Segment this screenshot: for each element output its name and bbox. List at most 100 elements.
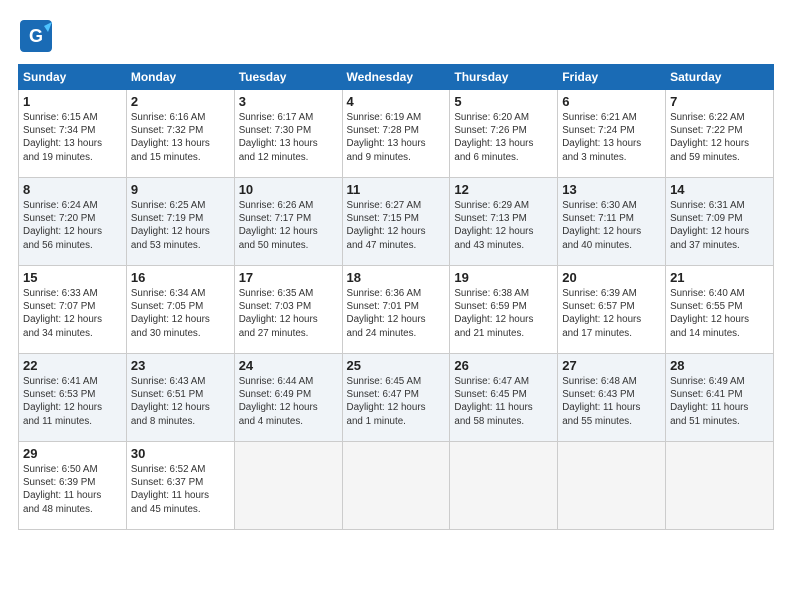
- table-row: [450, 442, 558, 530]
- table-row: 4 Sunrise: 6:19 AMSunset: 7:28 PMDaylight…: [342, 90, 450, 178]
- table-row: 13 Sunrise: 6:30 AMSunset: 7:11 PMDayligh…: [558, 178, 666, 266]
- day-info: Sunrise: 6:50 AMSunset: 6:39 PMDaylight:…: [23, 463, 122, 516]
- calendar-week-row: 1Sunrise: 6:15 AMSunset: 7:34 PMDaylight…: [19, 90, 774, 178]
- calendar-header-row: Sunday Monday Tuesday Wednesday Thursday…: [19, 65, 774, 90]
- table-row: [558, 442, 666, 530]
- day-number: 12: [454, 182, 553, 197]
- table-row: 12 Sunrise: 6:29 AMSunset: 7:13 PMDayligh…: [450, 178, 558, 266]
- table-row: 5Sunrise: 6:20 AMSunset: 7:26 PMDaylight…: [450, 90, 558, 178]
- table-row: 6 Sunrise: 6:21 AMSunset: 7:24 PMDaylight…: [558, 90, 666, 178]
- calendar-week-row: 15Sunrise: 6:33 AMSunset: 7:07 PMDayligh…: [19, 266, 774, 354]
- day-number: 21: [670, 270, 769, 285]
- col-monday: Monday: [126, 65, 234, 90]
- day-info: Sunrise: 6:34 AMSunset: 7:05 PMDaylight:…: [131, 287, 230, 340]
- col-thursday: Thursday: [450, 65, 558, 90]
- day-number: 25: [347, 358, 446, 373]
- day-info: Sunrise: 6:25 AMSunset: 7:19 PMDaylight:…: [131, 199, 230, 252]
- table-row: 26 Sunrise: 6:47 AMSunset: 6:45 PMDayligh…: [450, 354, 558, 442]
- day-number: 28: [670, 358, 769, 373]
- day-info: Sunrise: 6:45 AMSunset: 6:47 PMDaylight:…: [347, 375, 446, 428]
- day-number: 10: [239, 182, 338, 197]
- table-row: 7Sunrise: 6:22 AMSunset: 7:22 PMDaylight…: [666, 90, 774, 178]
- day-number: 8: [23, 182, 122, 197]
- day-info: Sunrise: 6:27 AMSunset: 7:15 PMDaylight:…: [347, 199, 446, 252]
- day-info: Sunrise: 6:31 AMSunset: 7:09 PMDaylight:…: [670, 199, 769, 252]
- day-number: 27: [562, 358, 661, 373]
- day-number: 17: [239, 270, 338, 285]
- table-row: [234, 442, 342, 530]
- col-wednesday: Wednesday: [342, 65, 450, 90]
- day-info: Sunrise: 6:26 AMSunset: 7:17 PMDaylight:…: [239, 199, 338, 252]
- page: G Sunday Monday Tuesday Wednesday Thursd…: [0, 0, 792, 612]
- table-row: 15Sunrise: 6:33 AMSunset: 7:07 PMDayligh…: [19, 266, 127, 354]
- calendar-table: Sunday Monday Tuesday Wednesday Thursday…: [18, 64, 774, 530]
- day-number: 20: [562, 270, 661, 285]
- table-row: 23Sunrise: 6:43 AMSunset: 6:51 PMDayligh…: [126, 354, 234, 442]
- table-row: 11 Sunrise: 6:27 AMSunset: 7:15 PMDayligh…: [342, 178, 450, 266]
- table-row: 16Sunrise: 6:34 AMSunset: 7:05 PMDayligh…: [126, 266, 234, 354]
- calendar-week-row: 29 Sunrise: 6:50 AMSunset: 6:39 PMDayligh…: [19, 442, 774, 530]
- day-info: Sunrise: 6:44 AMSunset: 6:49 PMDaylight:…: [239, 375, 338, 428]
- day-number: 13: [562, 182, 661, 197]
- day-info: Sunrise: 6:38 AMSunset: 6:59 PMDaylight:…: [454, 287, 553, 340]
- table-row: 29 Sunrise: 6:50 AMSunset: 6:39 PMDayligh…: [19, 442, 127, 530]
- day-number: 29: [23, 446, 122, 461]
- day-number: 11: [347, 182, 446, 197]
- table-row: 14 Sunrise: 6:31 AMSunset: 7:09 PMDayligh…: [666, 178, 774, 266]
- day-info: Sunrise: 6:17 AMSunset: 7:30 PMDaylight:…: [239, 111, 338, 164]
- day-info: Sunrise: 6:40 AMSunset: 6:55 PMDaylight:…: [670, 287, 769, 340]
- table-row: 10 Sunrise: 6:26 AMSunset: 7:17 PMDayligh…: [234, 178, 342, 266]
- table-row: 22 Sunrise: 6:41 AMSunset: 6:53 PMDayligh…: [19, 354, 127, 442]
- table-row: 28 Sunrise: 6:49 AMSunset: 6:41 PMDayligh…: [666, 354, 774, 442]
- day-number: 15: [23, 270, 122, 285]
- day-number: 14: [670, 182, 769, 197]
- day-number: 3: [239, 94, 338, 109]
- table-row: 30Sunrise: 6:52 AMSunset: 6:37 PMDayligh…: [126, 442, 234, 530]
- table-row: [342, 442, 450, 530]
- day-info: Sunrise: 6:35 AMSunset: 7:03 PMDaylight:…: [239, 287, 338, 340]
- table-row: 24Sunrise: 6:44 AMSunset: 6:49 PMDayligh…: [234, 354, 342, 442]
- table-row: 2 Sunrise: 6:16 AMSunset: 7:32 PMDaylight…: [126, 90, 234, 178]
- day-number: 18: [347, 270, 446, 285]
- day-info: Sunrise: 6:41 AMSunset: 6:53 PMDaylight:…: [23, 375, 122, 428]
- table-row: 9 Sunrise: 6:25 AMSunset: 7:19 PMDaylight…: [126, 178, 234, 266]
- table-row: 25 Sunrise: 6:45 AMSunset: 6:47 PMDayligh…: [342, 354, 450, 442]
- day-number: 2: [131, 94, 230, 109]
- table-row: 19 Sunrise: 6:38 AMSunset: 6:59 PMDayligh…: [450, 266, 558, 354]
- day-number: 7: [670, 94, 769, 109]
- day-info: Sunrise: 6:21 AMSunset: 7:24 PMDaylight:…: [562, 111, 661, 164]
- day-info: Sunrise: 6:16 AMSunset: 7:32 PMDaylight:…: [131, 111, 230, 164]
- table-row: 18 Sunrise: 6:36 AMSunset: 7:01 PMDayligh…: [342, 266, 450, 354]
- day-number: 22: [23, 358, 122, 373]
- logo-icon: G: [18, 18, 54, 54]
- day-info: Sunrise: 6:24 AMSunset: 7:20 PMDaylight:…: [23, 199, 122, 252]
- table-row: 20Sunrise: 6:39 AMSunset: 6:57 PMDayligh…: [558, 266, 666, 354]
- day-info: Sunrise: 6:43 AMSunset: 6:51 PMDaylight:…: [131, 375, 230, 428]
- svg-text:G: G: [29, 26, 43, 46]
- table-row: 21 Sunrise: 6:40 AMSunset: 6:55 PMDayligh…: [666, 266, 774, 354]
- col-friday: Friday: [558, 65, 666, 90]
- day-info: Sunrise: 6:47 AMSunset: 6:45 PMDaylight:…: [454, 375, 553, 428]
- day-info: Sunrise: 6:19 AMSunset: 7:28 PMDaylight:…: [347, 111, 446, 164]
- calendar-week-row: 8 Sunrise: 6:24 AMSunset: 7:20 PMDaylight…: [19, 178, 774, 266]
- day-number: 4: [347, 94, 446, 109]
- day-info: Sunrise: 6:29 AMSunset: 7:13 PMDaylight:…: [454, 199, 553, 252]
- day-info: Sunrise: 6:15 AMSunset: 7:34 PMDaylight:…: [23, 111, 122, 164]
- col-sunday: Sunday: [19, 65, 127, 90]
- day-number: 6: [562, 94, 661, 109]
- col-tuesday: Tuesday: [234, 65, 342, 90]
- header: G: [18, 18, 774, 54]
- day-info: Sunrise: 6:48 AMSunset: 6:43 PMDaylight:…: [562, 375, 661, 428]
- day-number: 26: [454, 358, 553, 373]
- calendar-week-row: 22 Sunrise: 6:41 AMSunset: 6:53 PMDayligh…: [19, 354, 774, 442]
- day-number: 9: [131, 182, 230, 197]
- day-info: Sunrise: 6:36 AMSunset: 7:01 PMDaylight:…: [347, 287, 446, 340]
- day-info: Sunrise: 6:20 AMSunset: 7:26 PMDaylight:…: [454, 111, 553, 164]
- table-row: 1Sunrise: 6:15 AMSunset: 7:34 PMDaylight…: [19, 90, 127, 178]
- day-info: Sunrise: 6:49 AMSunset: 6:41 PMDaylight:…: [670, 375, 769, 428]
- day-number: 30: [131, 446, 230, 461]
- table-row: 3 Sunrise: 6:17 AMSunset: 7:30 PMDaylight…: [234, 90, 342, 178]
- table-row: 27 Sunrise: 6:48 AMSunset: 6:43 PMDayligh…: [558, 354, 666, 442]
- day-info: Sunrise: 6:30 AMSunset: 7:11 PMDaylight:…: [562, 199, 661, 252]
- day-number: 19: [454, 270, 553, 285]
